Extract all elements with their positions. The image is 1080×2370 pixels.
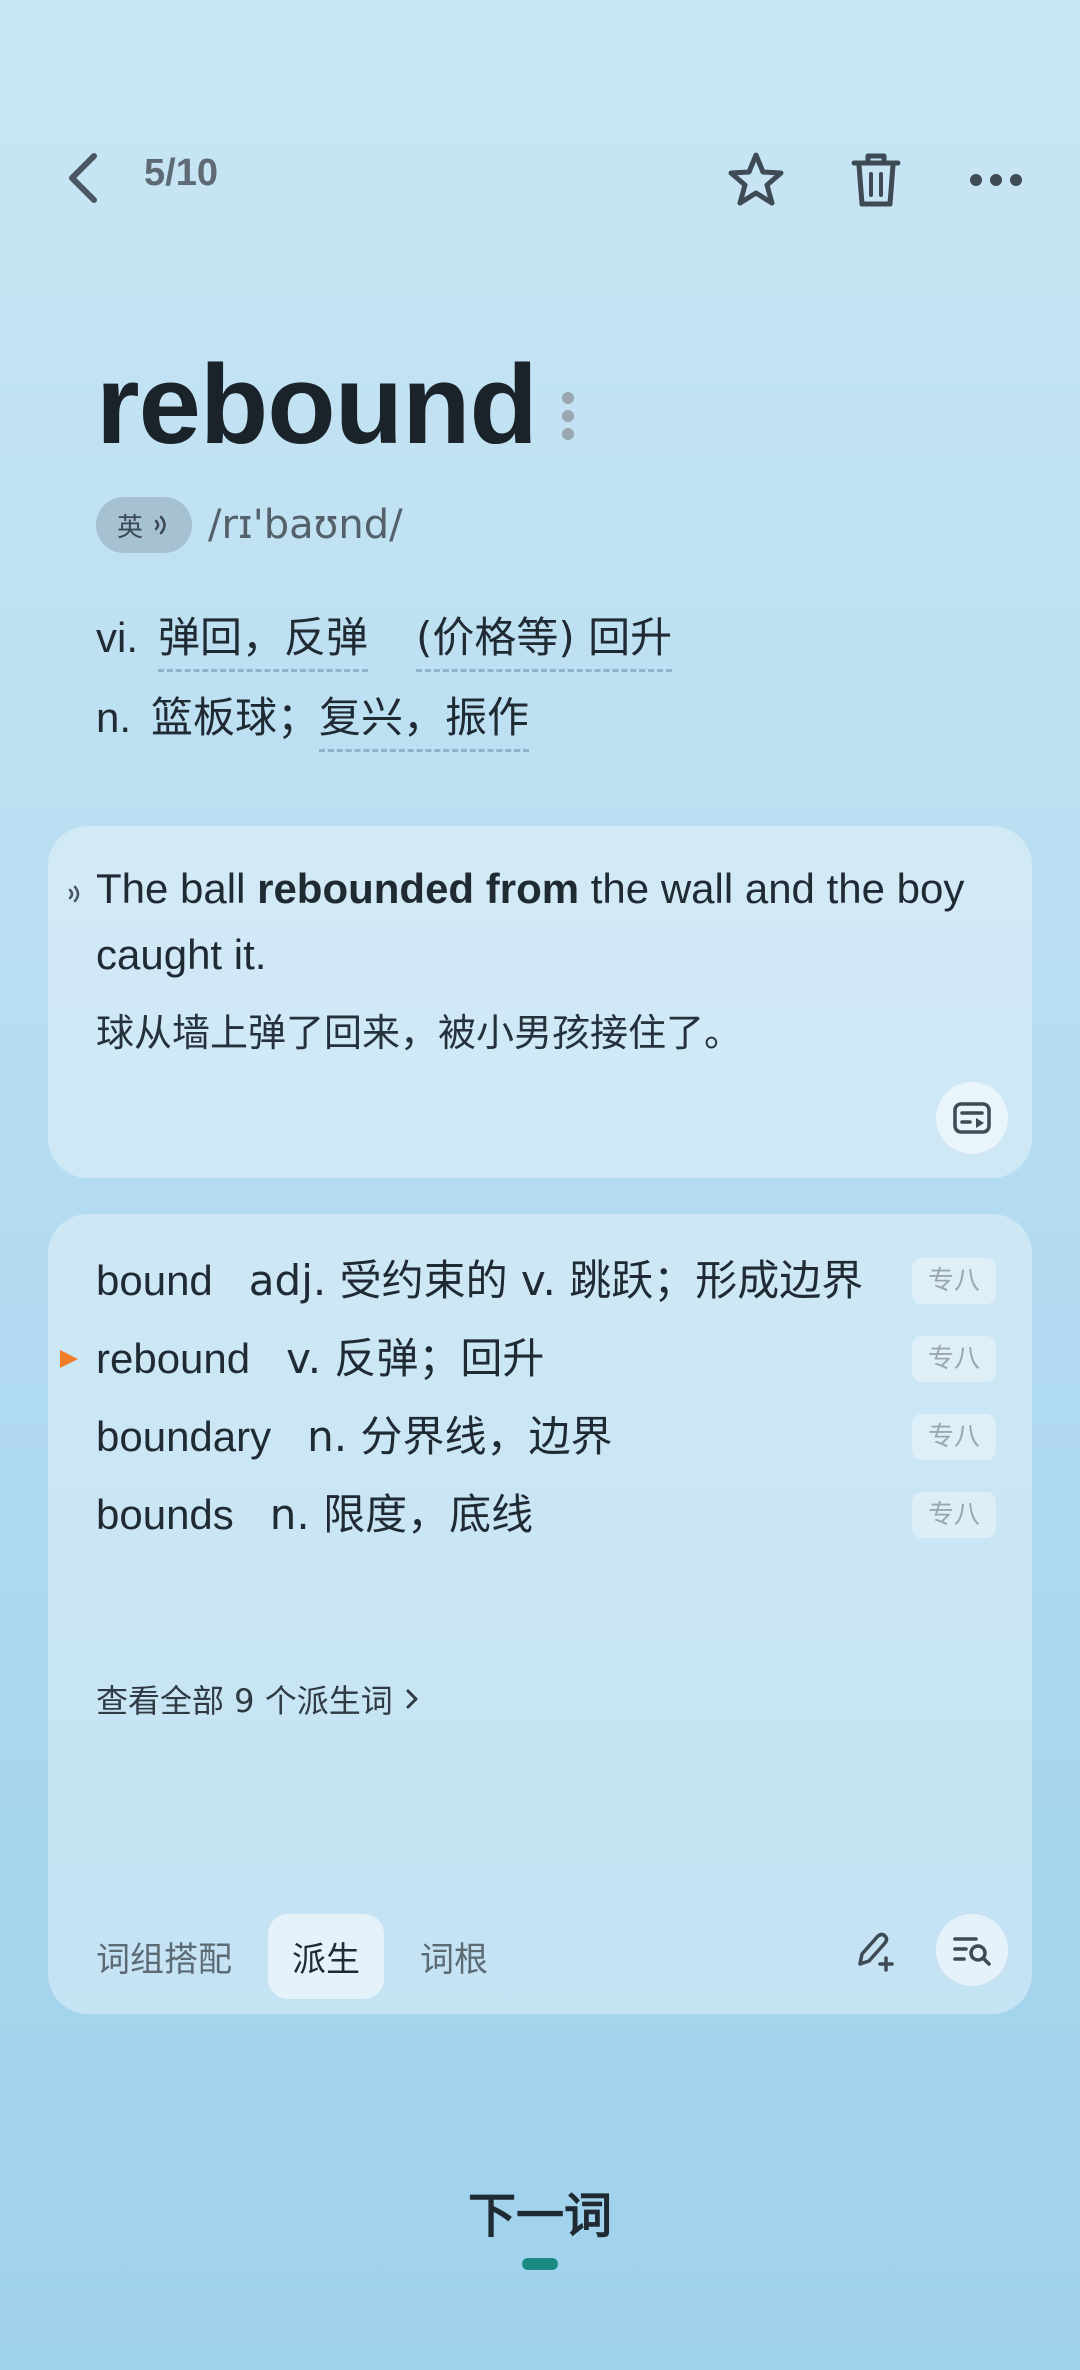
chevron-left-icon [69, 153, 97, 203]
card-actions [838, 1914, 1008, 1986]
current-marker-icon [60, 1350, 78, 1368]
derivative-word: rebound [96, 1335, 251, 1382]
speaker-icon[interactable] [64, 882, 88, 906]
derivative-word: bound [96, 1257, 213, 1304]
definition-line: vi. 弹回，反弹 (价格等) 回升 [96, 604, 673, 672]
phonetic: /rɪ'baʊnd/ [208, 502, 403, 548]
level-tag: 专八 [912, 1414, 996, 1460]
chevron-right-icon [406, 1689, 418, 1709]
accent-play-button[interactable]: 英 [96, 497, 192, 553]
delete-button[interactable] [844, 148, 908, 212]
view-all-label: 查看全部 9 个派生词 [96, 1682, 393, 1720]
example-sentence: The ball rebounded from the wall and the… [96, 865, 965, 978]
video-card-icon [953, 1102, 991, 1134]
more-button[interactable] [964, 148, 1028, 212]
level-tag: 专八 [912, 1492, 996, 1538]
more-dots-icon [970, 174, 1022, 186]
level-tag: 专八 [912, 1336, 996, 1382]
list-search-icon [953, 1937, 991, 1966]
derivative-row[interactable]: boundary n. 分界线，边界 专八 [96, 1406, 996, 1468]
tab-derivatives[interactable]: 派生 [268, 1914, 384, 1999]
detail-tabs: 词组搭配 派生 词根 [72, 1914, 524, 1999]
top-bar: 5/10 [0, 130, 1080, 226]
accent-label: 英 [116, 512, 143, 543]
meaning-plain: 篮板球； [151, 693, 320, 742]
pronunciation-row: 英 /rɪ'baʊnd/ [96, 496, 403, 554]
headword-menu-icon[interactable] [562, 392, 578, 448]
derivative-meaning: adj. 受约束的 v. 跳跃；形成边界 [248, 1256, 864, 1305]
star-icon [728, 152, 784, 206]
page-indicator [522, 2258, 558, 2270]
derivative-row-current[interactable]: rebound v. 反弹；回升 专八 [60, 1328, 996, 1390]
tab-phrases[interactable]: 词组搭配 [72, 1914, 256, 1999]
speaker-icon [154, 515, 166, 535]
part-of-speech: vi. [96, 614, 138, 661]
example-card: The ball rebounded from the wall and the… [48, 826, 1032, 1178]
derivatives-list: bound adj. 受约束的 v. 跳跃；形成边界 专八 rebound v. 反… [60, 1250, 996, 1562]
next-word-button[interactable]: 下一词 [0, 2176, 1080, 2246]
search-list-button[interactable] [936, 1914, 1008, 1986]
derivative-word: boundary [96, 1413, 272, 1460]
derivative-meaning: n. 限度，底线 [269, 1490, 534, 1539]
derivative-row[interactable]: bound adj. 受约束的 v. 跳跃；形成边界 专八 [96, 1250, 996, 1312]
tab-roots[interactable]: 词根 [396, 1914, 512, 1999]
derivative-meaning: v. 反弹；回升 [286, 1334, 545, 1383]
trash-icon [851, 153, 901, 207]
headword: rebound [96, 342, 538, 467]
example-highlight: rebounded from [257, 865, 580, 912]
back-button[interactable] [56, 150, 112, 206]
derivative-row[interactable]: bounds n. 限度，底线 专八 [96, 1484, 996, 1546]
pen-add-icon [858, 1932, 894, 1972]
add-note-button[interactable] [838, 1914, 910, 1986]
meaning[interactable]: 复兴，振作 [319, 684, 530, 752]
derivative-word: bounds [96, 1491, 234, 1538]
derivatives-card: bound adj. 受约束的 v. 跳跃；形成边界 专八 rebound v. 反… [48, 1214, 1032, 2014]
level-tag: 专八 [912, 1258, 996, 1304]
progress-counter: 5/10 [144, 152, 218, 194]
derivative-meaning: n. 分界线，边界 [307, 1412, 613, 1461]
meaning[interactable]: (价格等) 回升 [416, 604, 673, 672]
meaning[interactable]: 弹回，反弹 [158, 604, 369, 672]
favorite-button[interactable] [724, 148, 788, 212]
example-video-button[interactable] [936, 1082, 1008, 1154]
view-all-derivatives-link[interactable]: 查看全部 9 个派生词 [96, 1676, 419, 1722]
part-of-speech: n. [96, 694, 132, 741]
example-translation: 球从墙上弹了回来，被小男孩接住了。 [96, 1011, 743, 1055]
definition-line: n. 篮板球； 复兴，振作 [96, 684, 530, 752]
